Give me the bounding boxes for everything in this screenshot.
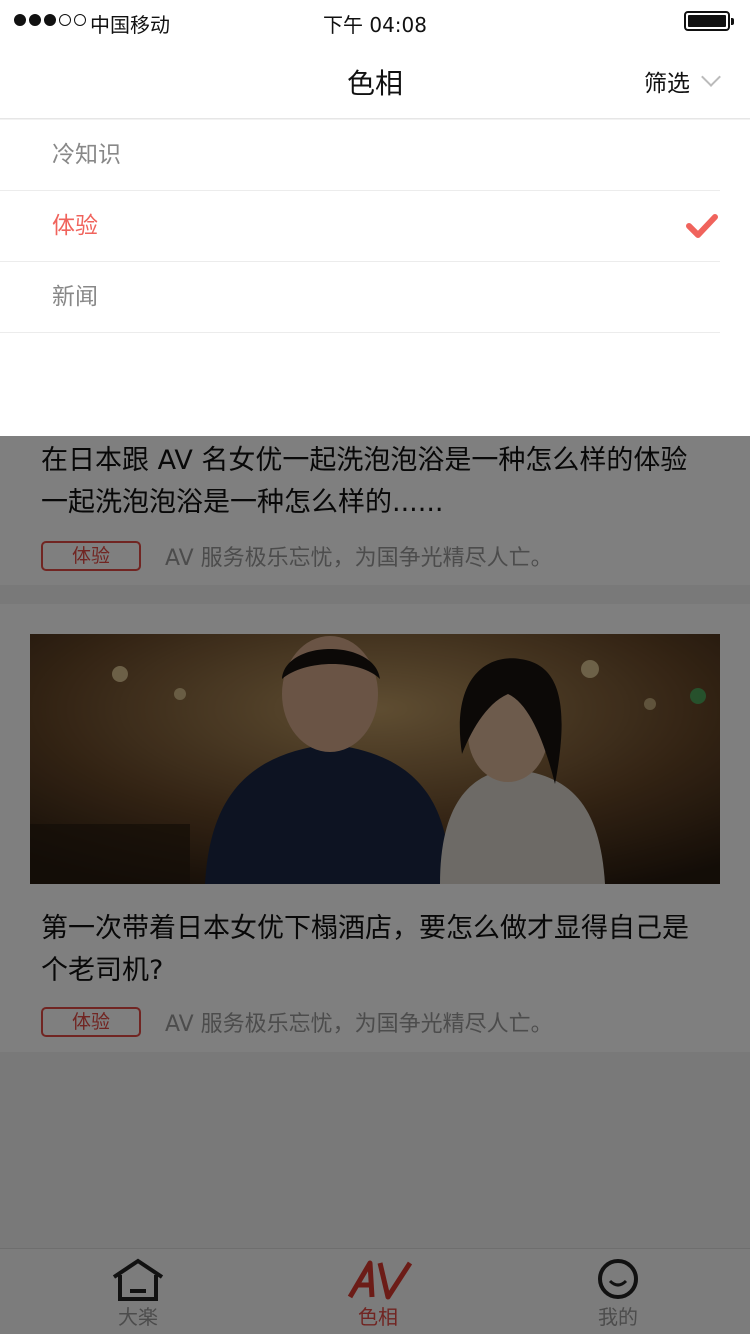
status-bar: 中国移动 下午 04:08 — [0, 0, 750, 42]
nav-bar: 色相 筛选 — [0, 42, 750, 119]
filter-button[interactable]: 筛选 — [644, 64, 721, 98]
status-time: 下午 04:08 — [323, 13, 427, 37]
filter-option-trivia[interactable]: 冷知识 — [0, 120, 720, 191]
filter-option-label: 冷知识 — [52, 142, 121, 168]
filter-option-label: 体验 — [52, 213, 98, 239]
filter-label: 筛选 — [644, 71, 690, 97]
filter-dropdown: 冷知识 体验 新闻 — [0, 120, 750, 436]
checkmark-icon — [686, 214, 718, 238]
battery-icon — [684, 11, 734, 31]
filter-option-news[interactable]: 新闻 — [0, 262, 720, 333]
filter-option-experience[interactable]: 体验 — [0, 191, 720, 262]
filter-option-label: 新闻 — [52, 284, 98, 310]
dim-overlay[interactable] — [0, 436, 750, 1334]
chevron-down-icon — [701, 67, 721, 87]
page-title: 色相 — [346, 67, 403, 100]
